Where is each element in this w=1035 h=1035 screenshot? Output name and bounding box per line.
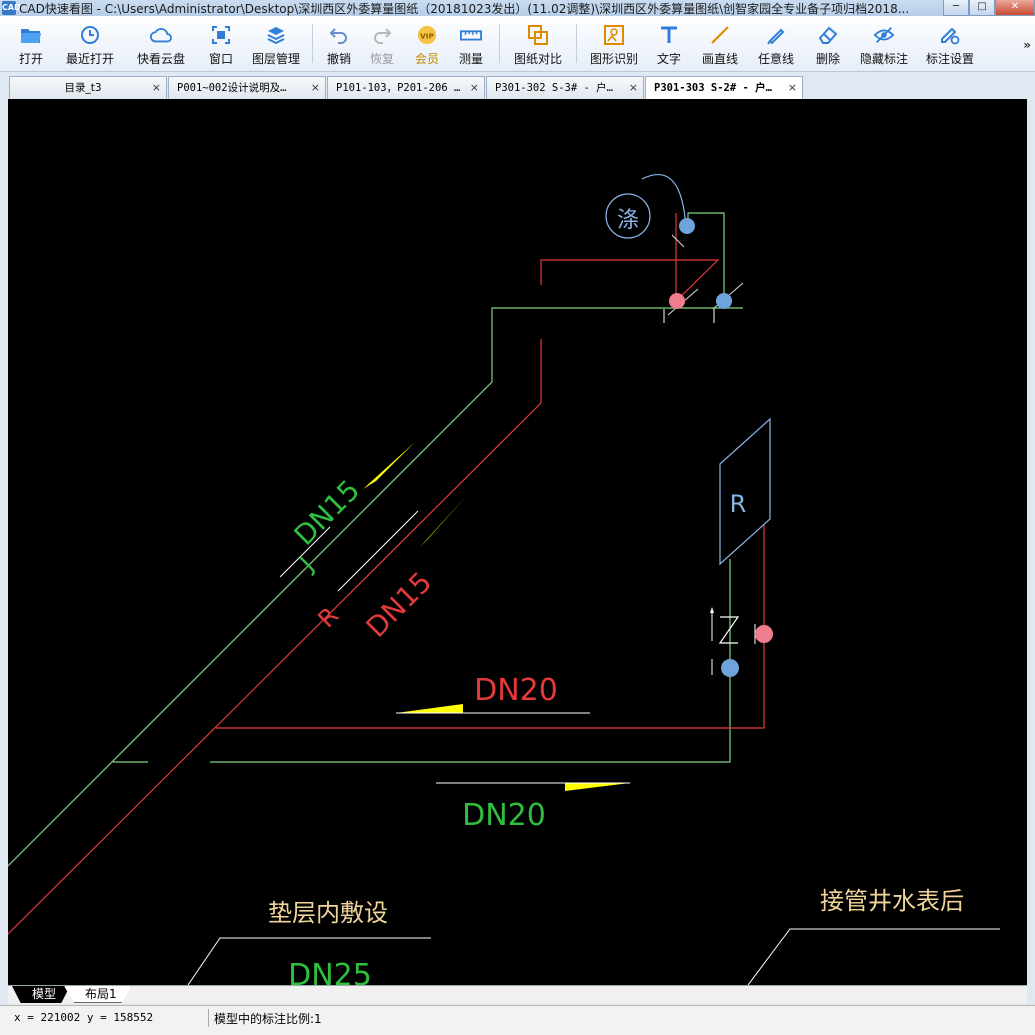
folder-open-icon xyxy=(20,24,42,46)
more-tools-button[interactable]: » xyxy=(1023,38,1031,52)
fixture-hose xyxy=(641,174,687,230)
annotation-scale-text: 模型中的标注比例:1 xyxy=(214,1012,322,1026)
dn15-red-label: DN15 xyxy=(360,565,439,644)
pipe-r-label: R xyxy=(312,602,344,634)
hide-annotations-button[interactable]: 隐藏标注 xyxy=(851,16,917,72)
tab-p301-302[interactable]: P301-302 S-3# - 户… × xyxy=(486,76,644,99)
cad-viewer-window: CAD CAD快速看图 - C:\Users\Administrator\Des… xyxy=(0,0,1035,1035)
cursor-coordinates: x = 221002 y = 158552 xyxy=(14,1011,154,1024)
status-divider xyxy=(208,1009,209,1027)
tab-catalog[interactable]: 目录_t3 × xyxy=(9,76,167,99)
hot-valve-icon xyxy=(669,293,685,309)
dn20-red-label: DN20 xyxy=(474,673,558,708)
clock-icon xyxy=(79,24,101,46)
vip-badge-icon: VIP xyxy=(416,24,438,46)
undo-button[interactable]: 撤销 xyxy=(319,16,359,72)
meter-label: R xyxy=(730,490,747,518)
redo-icon xyxy=(371,24,393,46)
annotation-settings-button[interactable]: 标注设置 xyxy=(917,16,983,72)
svg-text:VIP: VIP xyxy=(420,32,434,41)
vip-button[interactable]: VIP 会员 xyxy=(405,16,449,72)
pen-icon xyxy=(765,24,787,46)
undo-icon xyxy=(328,24,350,46)
toolbar-divider xyxy=(499,24,500,63)
cold-valve-top-icon xyxy=(679,218,695,234)
title-bar: CAD CAD快速看图 - C:\Users\Administrator\Des… xyxy=(0,0,1035,16)
tab-close-icon[interactable]: × xyxy=(470,77,479,99)
tab-close-icon[interactable]: × xyxy=(629,77,638,99)
freehand-line-button[interactable]: 任意线 xyxy=(747,16,805,72)
flow-arrow-3-icon xyxy=(396,704,463,713)
toolbar-divider xyxy=(312,24,313,63)
redo-button[interactable]: 恢复 xyxy=(359,16,405,72)
flow-arrow-2-icon xyxy=(420,494,468,547)
window-frame-icon xyxy=(210,24,232,46)
green-pipe-j xyxy=(8,307,743,867)
dn20-green-label: DN20 xyxy=(462,798,546,833)
flow-arrow-4-icon xyxy=(565,783,630,791)
status-bar: x = 221002 y = 158552 模型中的标注比例:1 xyxy=(0,1005,1035,1035)
layers-icon xyxy=(265,24,287,46)
window-title: CAD快速看图 - C:\Users\Administrator\Desktop… xyxy=(19,1,910,16)
valve-handle xyxy=(671,234,685,248)
cloud-drive-button[interactable]: 快看云盘 xyxy=(126,16,196,72)
toolbar-divider xyxy=(576,24,577,63)
open-button[interactable]: 打开 xyxy=(8,16,54,72)
red-pipe-r xyxy=(8,339,542,935)
layer-manager-button[interactable]: 图层管理 xyxy=(246,16,306,72)
ruler-icon xyxy=(460,24,482,46)
tab-close-icon[interactable]: × xyxy=(152,77,161,99)
minimize-button[interactable]: ─ xyxy=(943,0,969,16)
pipe-j-label: J xyxy=(293,551,319,577)
measure-button[interactable]: 测量 xyxy=(449,16,493,72)
green-pipe-main-2 xyxy=(210,559,731,763)
tab-p301-303-active[interactable]: P301-303 S-2# - 户… × xyxy=(645,76,803,99)
flow-arrow-1-icon xyxy=(363,442,415,489)
cad-app-icon: CAD xyxy=(2,1,21,15)
dn25-green-label: DN25 xyxy=(288,958,372,985)
tab-model[interactable]: 模型 xyxy=(12,986,71,1003)
maximize-button[interactable]: □ xyxy=(969,0,995,16)
main-toolbar: 打开 最近打开 快看云盘 窗口 图层管理 撤销 恢复 VIP 会员 测量 图纸对… xyxy=(0,16,1035,72)
pen-gear-icon xyxy=(939,24,961,46)
fixture-label: 涤 xyxy=(617,208,639,233)
drawing-canvas[interactable]: 涤 R DN15 J R DN15 DN20 DN20 垫层内敷设 DN25 接… xyxy=(8,99,1027,985)
layout-tab-bar: 模型 布局1 xyxy=(8,985,1027,1004)
eye-hidden-icon xyxy=(873,24,895,46)
cold-valve-lower-icon xyxy=(721,659,739,677)
cold-valve-icon xyxy=(716,293,732,309)
cad-drawing[interactable]: 涤 R DN15 J R DN15 DN20 DN20 垫层内敷设 DN25 接… xyxy=(8,99,1027,985)
draw-line-button[interactable]: 画直线 xyxy=(693,16,747,72)
text-t-icon xyxy=(658,24,680,46)
valve-stems xyxy=(663,309,715,323)
tap-head-icon xyxy=(710,607,714,613)
line-icon xyxy=(709,24,731,46)
close-window-button[interactable]: ✕ xyxy=(995,0,1035,16)
eraser-icon xyxy=(817,24,839,46)
hot-valve-lower-icon xyxy=(755,625,773,643)
tab-p101-p206[interactable]: P101-103，P201-206 … × xyxy=(327,76,485,99)
tab-close-icon[interactable]: × xyxy=(788,77,797,99)
window-button[interactable]: 窗口 xyxy=(196,16,246,72)
compare-drawings-button[interactable]: 图纸对比 xyxy=(506,16,570,72)
tab-layout1[interactable]: 布局1 xyxy=(64,986,132,1003)
document-tab-bar: 目录_t3 × P001~002设计说明及… × P101-103，P201-2… xyxy=(0,73,1035,99)
note-meter-text: 接管井水表后 xyxy=(820,887,964,915)
cloud-icon xyxy=(150,24,172,46)
tab-close-icon[interactable]: × xyxy=(311,77,320,99)
shape-recognize-button[interactable]: 图形识别 xyxy=(583,16,645,72)
recent-open-button[interactable]: 最近打开 xyxy=(54,16,126,72)
leader-meter-note xyxy=(747,928,1000,985)
compare-icon xyxy=(527,24,549,46)
text-tool-button[interactable]: 文字 xyxy=(645,16,693,72)
valve-z-symbol xyxy=(718,616,740,644)
tab-design-notes[interactable]: P001~002设计说明及… × xyxy=(168,76,326,99)
shape-recognize-icon xyxy=(603,24,625,46)
dn15-green-label: DN15 xyxy=(288,473,367,552)
delete-button[interactable]: 删除 xyxy=(805,16,851,72)
note-underfloor-text: 垫层内敷设 xyxy=(268,899,388,927)
